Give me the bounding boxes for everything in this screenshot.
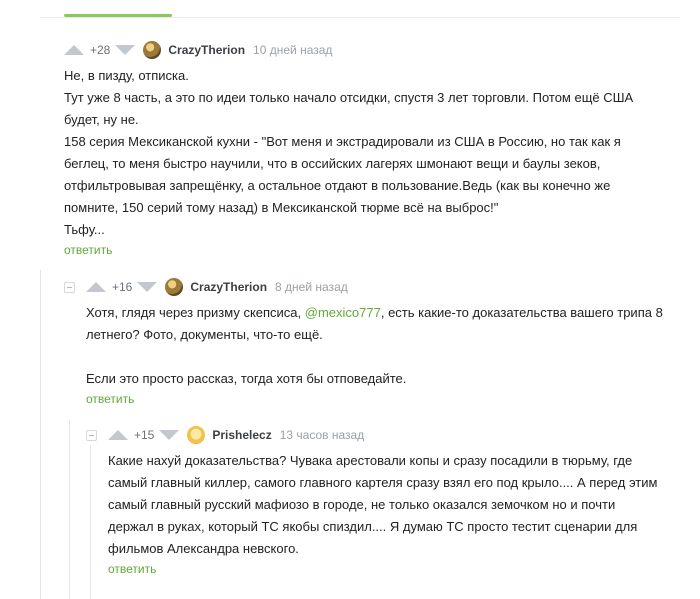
comment-line: Тьфу...: [64, 222, 105, 237]
comment-paragraph: Если это просто рассказ, тогда хотя бы о…: [86, 371, 407, 386]
comment-paragraph: Хотя, глядя через призму скепсиса, @mexi…: [86, 302, 664, 346]
comment-rating: +16: [112, 280, 133, 294]
comment-text: Какие нахуй доказательства? Чувака арест…: [108, 450, 663, 560]
collapse-toggle[interactable]: [86, 430, 97, 441]
comment-username[interactable]: CrazyTherion: [168, 43, 245, 57]
comment: +28 CrazyTherion 10 дней назад Не, в пиз…: [64, 40, 664, 259]
user-mention-link[interactable]: @mexico777: [305, 305, 381, 320]
comment-header: +15 Prishelecz 13 часов назад: [108, 425, 668, 445]
vote-down-icon[interactable]: [115, 45, 136, 55]
avatar[interactable]: [165, 278, 184, 296]
avatar[interactable]: [143, 41, 162, 59]
avatar[interactable]: [187, 426, 206, 444]
vote-up-icon[interactable]: [108, 430, 128, 440]
comment-date[interactable]: 8 дней назад: [275, 280, 348, 294]
vote-down-icon[interactable]: [137, 282, 158, 292]
vote-up-icon[interactable]: [86, 282, 106, 292]
comment-line: Не, в пизду, отписка.: [64, 68, 189, 83]
comment-line: Тут уже 8 часть, а это по идеи только на…: [64, 90, 634, 127]
reply-link[interactable]: ответить: [86, 392, 134, 406]
comment-header: +16 CrazyTherion 8 дней назад: [86, 277, 666, 297]
header-divider: [40, 17, 680, 18]
reply-link[interactable]: ответить: [64, 243, 112, 257]
comment-spacer: [86, 346, 664, 368]
comment-text: Хотя, глядя через призму скепсиса, @mexi…: [86, 302, 664, 390]
comment-paragraph: Какие нахуй доказательства? Чувака арест…: [108, 453, 658, 556]
comment: +16 CrazyTherion 8 дней назад Хотя, гляд…: [86, 277, 666, 408]
comment-date[interactable]: 10 дней назад: [253, 43, 332, 57]
comment-text: Не, в пизду, отписка. Тут уже 8 часть, а…: [64, 65, 654, 241]
comment-date[interactable]: 13 часов назад: [280, 428, 364, 442]
comment-username[interactable]: Prishelecz: [212, 428, 271, 442]
comment-line: 158 серия Мексиканской кухни - "Вот меня…: [64, 134, 621, 215]
comment-header: +28 CrazyTherion 10 дней назад: [64, 40, 664, 60]
comment: +15 Prishelecz 13 часов назад Какие наху…: [108, 425, 668, 578]
comment-text-part: Хотя, глядя через призму скепсиса,: [86, 305, 305, 320]
thread-line: [90, 445, 91, 599]
vote-down-icon[interactable]: [159, 430, 180, 440]
collapse-toggle[interactable]: [64, 282, 75, 293]
comment-rating: +15: [134, 428, 155, 442]
reply-link[interactable]: ответить: [108, 562, 156, 576]
comment-username[interactable]: CrazyTherion: [190, 280, 267, 294]
thread-line: [69, 420, 70, 599]
thread-line: [40, 270, 41, 599]
vote-up-icon[interactable]: [64, 45, 84, 55]
comment-rating: +28: [90, 43, 111, 57]
